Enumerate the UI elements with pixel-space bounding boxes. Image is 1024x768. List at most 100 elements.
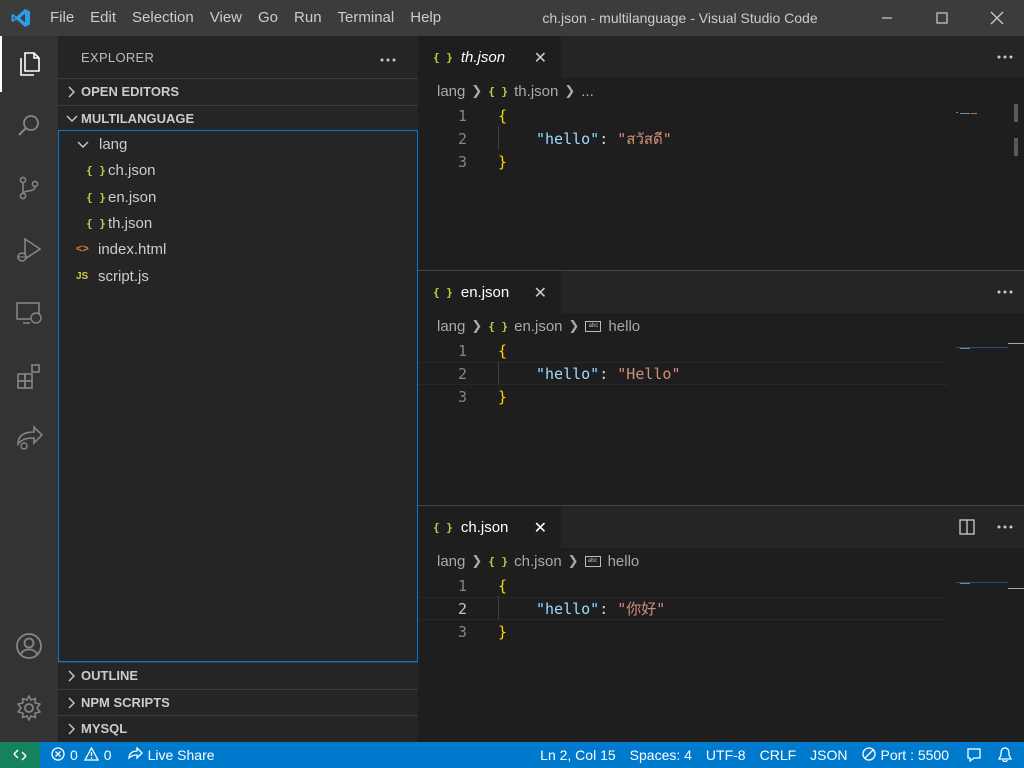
breadcrumb-folder[interactable]: lang [437, 318, 465, 335]
breadcrumb-symbol[interactable]: ... [581, 83, 594, 100]
breadcrumb-file[interactable]: ch.json [514, 553, 562, 570]
editor-group-ch: { } ch.json ✕ lang ❯ { } ch.json ❯ abc h… [418, 506, 1024, 742]
tab-label: th.json [460, 48, 506, 66]
json-colon: : [599, 600, 618, 618]
live-server-port[interactable]: Port : 5500 [855, 742, 957, 768]
minimize-button[interactable] [859, 0, 914, 36]
json-key: "hello" [536, 364, 600, 383]
breadcrumb-folder[interactable]: lang [437, 83, 465, 100]
remote-explorer-icon[interactable] [0, 286, 58, 342]
end-of-line[interactable]: CRLF [753, 742, 804, 768]
file-th-json-label: th.json [108, 214, 153, 232]
file-ch-json[interactable]: { } ch.json [86, 157, 156, 183]
file-en-json[interactable]: { } en.json [86, 184, 156, 210]
live-share-icon[interactable] [0, 410, 58, 466]
notifications-bell-icon[interactable] [992, 742, 1024, 768]
close-icon[interactable]: ✕ [534, 48, 547, 68]
close-icon[interactable]: ✕ [534, 518, 547, 538]
folder-lang[interactable]: lang [77, 131, 127, 157]
more-actions-icon[interactable] [986, 271, 1024, 313]
editor-actions [948, 506, 1024, 548]
menu-run[interactable]: Run [286, 0, 330, 36]
code-editor[interactable]: 1 { 2 "hello": "Hello" 3 } [418, 339, 1024, 505]
folder-lang-label: lang [99, 135, 128, 153]
chevron-right-icon [58, 86, 81, 98]
code-text: { [498, 106, 508, 125]
breadcrumb-symbol[interactable]: hello [608, 553, 640, 570]
error-count: 0 [70, 747, 78, 763]
menu-view[interactable]: View [202, 0, 250, 36]
json-colon: : [599, 364, 618, 383]
json-file-icon: { } [433, 50, 453, 64]
encoding[interactable]: UTF-8 [699, 742, 753, 768]
more-actions-icon[interactable] [986, 36, 1024, 78]
split-editor-icon[interactable] [948, 506, 986, 548]
json-file-icon: { } [488, 319, 509, 333]
tab-en-json[interactable]: { } en.json ✕ [418, 271, 561, 313]
live-share-button[interactable]: Live Share [119, 742, 222, 768]
source-control-icon[interactable] [0, 160, 58, 216]
close-window-button[interactable] [969, 0, 1024, 36]
feedback-icon[interactable] [956, 742, 992, 768]
vertical-scrollbar[interactable] [1008, 574, 1024, 742]
cursor-position[interactable]: Ln 2, Col 15 [533, 742, 623, 768]
more-actions-icon[interactable] [380, 50, 396, 65]
vertical-scrollbar[interactable] [1008, 104, 1024, 270]
search-icon[interactable] [0, 98, 58, 154]
tab-th-json[interactable]: { } th.json ✕ [418, 36, 561, 78]
minimap[interactable] [956, 339, 1008, 359]
section-npm-scripts[interactable]: NPM SCRIPTS [58, 689, 418, 715]
section-multilanguage[interactable]: MULTILANGUAGE [58, 105, 418, 131]
indentation[interactable]: Spaces: 4 [623, 742, 699, 768]
file-script-js[interactable]: JS script.js [76, 263, 149, 289]
json-file-icon: { } [433, 520, 453, 534]
menu-go[interactable]: Go [250, 0, 286, 36]
editor-actions [986, 36, 1024, 78]
menu-edit[interactable]: Edit [82, 0, 124, 36]
section-mysql[interactable]: MYSQL [58, 715, 418, 741]
extensions-icon[interactable] [0, 348, 58, 404]
section-open-editors[interactable]: OPEN EDITORS [58, 78, 418, 104]
code-editor[interactable]: 1 { 2 "hello": "สวัสดี" 3 } [418, 104, 1024, 270]
more-actions-icon[interactable] [986, 506, 1024, 548]
json-file-icon: { } [86, 190, 106, 204]
vertical-scrollbar[interactable] [1008, 339, 1024, 505]
code-editor[interactable]: 1 { 2 "hello": "你好" 3 } [418, 574, 1024, 742]
chevron-right-icon: ❯ [471, 83, 483, 98]
title-bar: File Edit Selection View Go Run Terminal… [0, 0, 1024, 36]
code-text: { [498, 576, 508, 595]
minimap[interactable] [956, 104, 1008, 124]
file-th-json[interactable]: { } th.json [86, 210, 152, 236]
menu-help[interactable]: Help [402, 0, 449, 36]
maximize-button[interactable] [914, 0, 969, 36]
file-index-html[interactable]: <> index.html [76, 236, 166, 262]
section-outline[interactable]: OUTLINE [58, 662, 418, 688]
file-index-html-label: index.html [98, 240, 167, 258]
minimap[interactable] [956, 574, 1008, 594]
language-mode[interactable]: JSON [803, 742, 854, 768]
accounts-icon[interactable] [0, 618, 58, 674]
code-text: } [498, 387, 508, 406]
breadcrumb: lang ❯ { } ch.json ❯ abc hello [418, 548, 1024, 574]
settings-gear-icon[interactable] [0, 680, 58, 736]
menu-terminal[interactable]: Terminal [330, 0, 403, 36]
menu-file[interactable]: File [42, 0, 82, 36]
remote-indicator-icon[interactable] [0, 742, 40, 768]
code-line: 3 } [418, 620, 948, 643]
explorer-icon[interactable] [0, 36, 58, 92]
problems-indicator[interactable]: 0 0 [40, 742, 119, 768]
html-file-icon: <> [76, 243, 89, 255]
string-symbol-icon: abc [584, 555, 601, 567]
menu-selection[interactable]: Selection [124, 0, 202, 36]
breadcrumb-symbol[interactable]: hello [608, 318, 640, 335]
tab-ch-json[interactable]: { } ch.json ✕ [418, 506, 561, 548]
run-debug-icon[interactable] [0, 222, 58, 278]
breadcrumb-file[interactable]: en.json [514, 318, 562, 335]
warning-icon [83, 746, 99, 764]
breadcrumb-folder[interactable]: lang [437, 553, 465, 570]
chevron-right-icon: ❯ [564, 83, 576, 98]
close-icon[interactable]: ✕ [534, 283, 547, 303]
chevron-right-icon: ❯ [471, 553, 483, 568]
breadcrumb-file[interactable]: th.json [514, 83, 558, 100]
editor-group-th: { } th.json ✕ lang ❯ { } th.json ❯ ... 1… [418, 36, 1024, 270]
